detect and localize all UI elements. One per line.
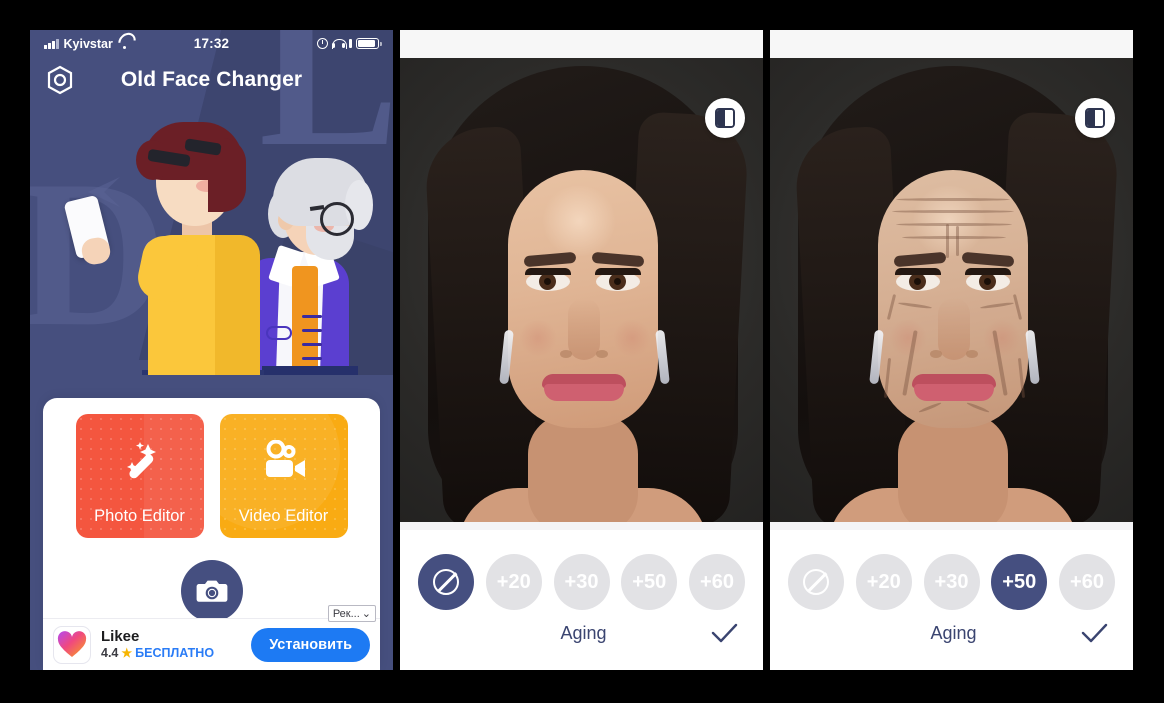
camera-button-row <box>57 560 366 622</box>
ad-banner[interactable]: Рек... ⌄ Likee 4.4 ★ БЕСПЛАТНО Установит… <box>43 605 380 670</box>
age-option-30[interactable]: +30 <box>923 554 980 610</box>
screenshot-stage: Kyivstar 17:32 D L <box>0 0 1164 703</box>
video-editor-tile-label: Video Editor <box>238 507 329 525</box>
photo-canvas-aged[interactable] <box>770 58 1133 522</box>
age-option-row: +20 +30 +50 +60 <box>400 530 763 610</box>
phone-panel-editor-original: +20 +30 +50 +60 Aging <box>400 30 763 670</box>
age-option-50[interactable]: +50 <box>991 554 1048 610</box>
age-option-row: +20 +30 +50 +60 <box>770 530 1133 610</box>
camera-button[interactable] <box>180 560 243 622</box>
star-icon: ★ <box>121 645 133 660</box>
no-effect-ban-icon <box>803 569 829 595</box>
photo-editor-tile[interactable]: Photo Editor <box>75 414 204 538</box>
ad-meta: 4.4 ★ БЕСПЛАТНО <box>101 645 215 661</box>
age-option-50[interactable]: +50 <box>621 554 678 610</box>
editor-tiles: Photo Editor Video Editor <box>57 414 366 538</box>
age-option-20[interactable]: +20 <box>485 554 542 610</box>
no-effect-ban-icon <box>433 569 459 595</box>
age-option-none[interactable] <box>788 554 844 610</box>
compare-before-after-icon[interactable] <box>1075 98 1115 138</box>
editor-controls-original: +20 +30 +50 +60 Aging <box>400 530 763 670</box>
phone-panel-editor-aged: +20 +30 +50 +60 Aging <box>770 30 1133 670</box>
checkmark-icon[interactable] <box>709 618 739 648</box>
battery-icon <box>356 38 382 49</box>
status-bar: Kyivstar 17:32 <box>30 30 393 57</box>
editor-top-strip <box>770 30 1133 58</box>
headphones-icon <box>332 39 347 49</box>
editor-divider <box>400 522 763 530</box>
compare-before-after-icon[interactable] <box>705 98 745 138</box>
tool-title: Aging <box>560 622 607 643</box>
age-option-60[interactable]: +60 <box>1059 554 1115 610</box>
editor-divider <box>770 522 1133 530</box>
battery-bar-icon <box>349 39 352 48</box>
age-option-60[interactable]: +60 <box>689 554 745 610</box>
ad-text-block: Likee 4.4 ★ БЕСПЛАТНО <box>101 628 214 661</box>
status-bar-right <box>317 38 382 49</box>
camera-icon <box>196 580 227 602</box>
tool-title: Aging <box>930 622 977 643</box>
video-editor-tile[interactable]: Video Editor <box>219 414 348 538</box>
ad-app-name: Likee <box>101 628 140 646</box>
age-option-30[interactable]: +30 <box>553 554 610 610</box>
home-action-card: Photo Editor Video Editor Рек... ⌄ Likee… <box>43 398 380 670</box>
video-camera-icon <box>220 440 348 482</box>
age-option-20[interactable]: +20 <box>855 554 912 610</box>
photo-canvas-original[interactable] <box>400 58 763 522</box>
ad-install-button[interactable]: Установить <box>251 627 370 662</box>
page-title: Old Face Changer <box>120 68 303 91</box>
phone-panel-home: Kyivstar 17:32 D L <box>30 30 393 670</box>
alarm-clock-icon <box>317 38 328 49</box>
magic-wand-icon <box>76 440 204 484</box>
chevron-down-icon: ⌄ <box>361 608 371 620</box>
ad-label-badge[interactable]: Рек... ⌄ <box>327 605 376 622</box>
ad-rating: 4.4 <box>101 646 119 661</box>
editor-footer: Aging <box>400 618 763 670</box>
editor-controls-aged: +20 +30 +50 +60 Aging <box>770 530 1133 670</box>
ad-label-text: Рек... <box>332 607 360 620</box>
ad-price-label: БЕСПЛАТНО <box>135 646 215 661</box>
photo-editor-tile-label: Photo Editor <box>94 507 185 525</box>
editor-footer: Aging <box>770 618 1133 670</box>
checkmark-icon[interactable] <box>1079 618 1109 648</box>
likee-heart-icon <box>53 625 91 664</box>
editor-top-strip <box>400 30 763 58</box>
app-bar: Old Face Changer <box>30 57 393 103</box>
age-option-none[interactable] <box>418 554 474 610</box>
